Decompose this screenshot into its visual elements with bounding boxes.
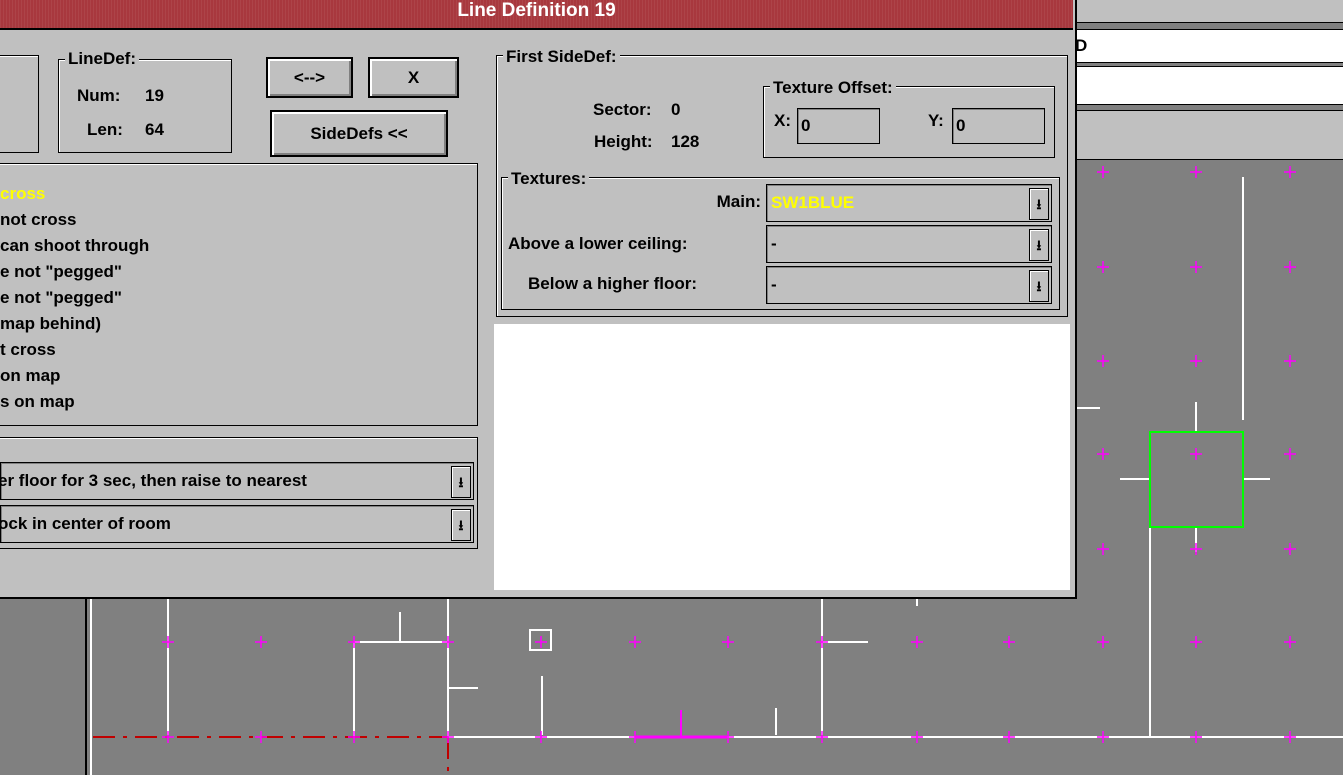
flag-item[interactable]: t cross (0, 337, 470, 363)
background-toolbar (1073, 110, 1343, 160)
offset-y-value: 0 (956, 116, 966, 135)
texture-offset-label: Texture Offset: (770, 78, 896, 98)
flag-item[interactable]: e not "pegged" (0, 259, 470, 285)
above-texture-value: - (771, 234, 777, 253)
above-texture-label: Above a lower ceiling: (508, 234, 688, 253)
flag-item[interactable]: can shoot through (0, 233, 470, 259)
background-field-top: D (1073, 29, 1343, 63)
height-label: Height: (594, 132, 653, 151)
flip-linedef-button[interactable]: <--> (266, 57, 353, 98)
line-definition-dialog: Line Definition 19 LineDef: Num: 19 Len:… (0, 0, 1077, 599)
linedef-len-label: Len: (87, 120, 123, 139)
height-value: 128 (671, 132, 700, 151)
background-field-bottom (1073, 66, 1343, 105)
main-texture-label: Main: (716, 192, 761, 211)
flag-item[interactable]: cross (0, 181, 470, 207)
main-texture-dropdown[interactable]: SW1BLUE ⭳ (766, 184, 1052, 222)
below-texture-value: - (771, 275, 777, 294)
main-texture-value: SW1BLUE (771, 193, 855, 212)
offset-y-input[interactable]: 0 (952, 108, 1045, 144)
offset-y-label: Y: (928, 111, 944, 130)
special-tag-value: ock in center of room (0, 514, 171, 533)
flags-list: cross not cross can shoot through e not "pe… (0, 181, 470, 415)
textures-label: Textures: (508, 169, 590, 189)
linedef-num-value: 19 (145, 86, 164, 105)
dialog-title-bar[interactable]: Line Definition 19 (0, 0, 1073, 30)
flag-item[interactable]: map behind) (0, 311, 470, 337)
special-type-dropdown[interactable]: er floor for 3 sec, then raise to neares… (0, 462, 474, 500)
above-texture-dropdown[interactable]: - ⭳ (766, 225, 1052, 263)
below-texture-dropdown[interactable]: - ⭳ (766, 266, 1052, 304)
below-texture-label: Below a higher floor: (528, 274, 698, 293)
flag-item[interactable]: e not "pegged" (0, 285, 470, 311)
flag-item[interactable]: on map (0, 363, 470, 389)
first-sidedef-group: First SideDef: Sector: 0 Height: 128 Tex… (496, 47, 1068, 317)
offset-x-value: 0 (801, 116, 811, 135)
sidedefs-toggle-button[interactable]: SideDefs << (270, 110, 448, 157)
left-info-group (0, 55, 39, 153)
dropdown-arrow-icon[interactable]: ⭳ (1029, 188, 1049, 220)
texture-preview (494, 324, 1070, 590)
linedef-group: LineDef: Num: 19 Len: 64 (58, 49, 232, 153)
dialog-title: Line Definition 19 (457, 0, 616, 21)
linedef-len-value: 64 (145, 120, 164, 139)
linedef-num-label: Num: (77, 86, 121, 105)
flag-item[interactable]: not cross (0, 207, 470, 233)
special-tag-dropdown[interactable]: ock in center of room ⭳ (0, 505, 474, 543)
offset-x-label: X: (774, 111, 791, 130)
dropdown-arrow-icon[interactable]: ⭳ (451, 466, 471, 498)
dropdown-arrow-icon[interactable]: ⭳ (451, 509, 471, 541)
dropdown-arrow-icon[interactable]: ⭳ (1029, 270, 1049, 302)
close-button[interactable]: X (368, 57, 459, 98)
sector-value: 0 (671, 100, 681, 119)
texture-offset-group: Texture Offset: X: 0 Y: 0 (763, 78, 1055, 158)
linedef-group-label: LineDef: (65, 49, 139, 69)
dropdown-arrow-icon[interactable]: ⭳ (1029, 229, 1049, 261)
flag-item[interactable]: s on map (0, 389, 470, 415)
offset-x-input[interactable]: 0 (797, 108, 880, 144)
background-top-strip (1073, 0, 1343, 23)
special-type-value: er floor for 3 sec, then raise to neares… (0, 471, 307, 490)
sector-label: Sector: (593, 100, 652, 119)
first-sidedef-label: First SideDef: (503, 47, 620, 67)
textures-group: Textures: Main: SW1BLUE ⭳ Above a lower … (501, 169, 1060, 310)
